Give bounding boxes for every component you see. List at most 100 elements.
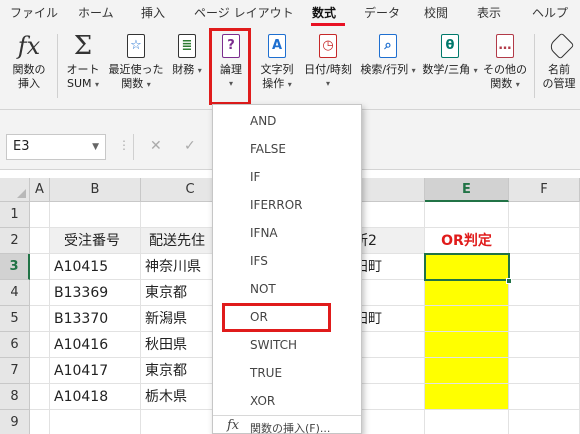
grid-cell[interactable]	[30, 306, 50, 332]
select-all-button[interactable]	[0, 178, 30, 202]
row-header-5[interactable]: 5	[0, 306, 30, 332]
header-cell-or-judgement[interactable]: OR判定	[425, 228, 509, 254]
grid-cell[interactable]	[30, 384, 50, 410]
chevron-down-icon: ▾	[325, 79, 330, 88]
row-header-7[interactable]: 7	[0, 358, 30, 384]
tab-review[interactable]: 校閲	[424, 0, 448, 26]
grid-cell[interactable]	[30, 280, 50, 306]
lookup-label: 検索/行列 ▾	[360, 63, 416, 76]
tab-view[interactable]: 表示	[477, 0, 501, 26]
tab-insert[interactable]: 挿入	[141, 0, 165, 26]
menu-item-ifna[interactable]: IFNA	[213, 221, 361, 245]
name-manager-button[interactable]: 名前 の管理	[538, 32, 580, 108]
column-header-b[interactable]: B	[50, 178, 141, 202]
grid-cell[interactable]	[425, 202, 509, 228]
menu-item-true[interactable]: TRUE	[213, 361, 361, 385]
lookup-reference-button[interactable]: ⌕ 検索/行列 ▾	[358, 32, 418, 108]
datetime-button[interactable]: ◷ 日付/時刻 ▾	[300, 32, 356, 108]
fx-icon: fx	[227, 418, 240, 433]
grid-cell[interactable]	[509, 228, 580, 254]
column-header-f[interactable]: F	[509, 178, 580, 202]
menu-item-insert-function[interactable]: 関数の挿入(F)...	[250, 420, 330, 434]
or-result-cell[interactable]	[425, 358, 509, 384]
or-result-cell[interactable]	[425, 306, 509, 332]
grid-cell[interactable]	[30, 202, 50, 228]
or-result-cell[interactable]	[425, 280, 509, 306]
menu-item-iferror[interactable]: IFERROR	[213, 193, 361, 217]
order-number-cell[interactable]: A10417	[50, 358, 141, 384]
order-number-cell[interactable]: B13370	[50, 306, 141, 332]
grid-cell[interactable]	[50, 202, 141, 228]
grid-cell[interactable]	[509, 202, 580, 228]
math-trig-button[interactable]: θ 数学/三角 ▾	[420, 32, 480, 108]
enter-icon[interactable]: ✓	[184, 138, 196, 154]
insert-function-button[interactable]: fx 関数の 挿入	[4, 32, 54, 108]
grid-cell[interactable]	[50, 410, 141, 434]
magnifier-book-icon: ⌕	[375, 32, 401, 60]
menu-item-if[interactable]: IF	[213, 165, 361, 189]
or-result-cell[interactable]	[425, 384, 509, 410]
more-functions-button[interactable]: … その他の 関数 ▾	[480, 32, 530, 108]
tab-page-layout[interactable]: ページ レイアウト	[194, 0, 294, 26]
menu-item-ifs[interactable]: IFS	[213, 249, 361, 273]
more-functions-label-2: 関数 ▾	[490, 77, 520, 90]
order-number-cell[interactable]: A10415	[50, 254, 141, 280]
grid-cell[interactable]	[509, 332, 580, 358]
tab-home[interactable]: ホーム	[78, 0, 114, 26]
menu-item-false[interactable]: FALSE	[213, 137, 361, 161]
menu-item-switch[interactable]: SWITCH	[213, 333, 361, 357]
row-header-6[interactable]: 6	[0, 332, 30, 358]
star-book-icon: ☆	[123, 32, 149, 60]
tab-help[interactable]: ヘルプ	[532, 0, 568, 26]
order-number-cell[interactable]: B13369	[50, 280, 141, 306]
logical-highlight-box	[209, 28, 251, 105]
row-header-2[interactable]: 2	[0, 228, 30, 254]
row-header-9[interactable]: 9	[0, 410, 30, 434]
grid-cell[interactable]	[30, 228, 50, 254]
grid-cell[interactable]	[509, 384, 580, 410]
column-header-e[interactable]: E	[425, 178, 509, 202]
formula-bar-divider	[133, 134, 134, 160]
grid-cell[interactable]	[30, 410, 50, 434]
order-number-cell[interactable]: A10416	[50, 332, 141, 358]
name-box[interactable]: E3 ▼	[6, 134, 106, 160]
grid-cell[interactable]	[509, 410, 580, 434]
column-header-a[interactable]: A	[30, 178, 50, 202]
fx-icon: fx	[17, 32, 41, 60]
row-header-4[interactable]: 4	[0, 280, 30, 306]
cancel-icon[interactable]: ✕	[150, 138, 162, 154]
menu-item-xor[interactable]: XOR	[213, 389, 361, 413]
grid-cell[interactable]	[30, 332, 50, 358]
row-header-8[interactable]: 8	[0, 384, 30, 410]
grid-cell[interactable]	[30, 254, 50, 280]
row-header-1[interactable]: 1	[0, 202, 30, 228]
tab-file[interactable]: ファイル	[10, 0, 58, 26]
insert-function-label-1: 関数の	[12, 63, 46, 76]
name-manager-label-2: の管理	[542, 77, 576, 90]
autosum-button[interactable]: Σ オート SUM ▾	[60, 32, 106, 108]
more-functions-label-1: その他の	[483, 63, 527, 76]
recently-used-button[interactable]: ☆ 最近使った 関数 ▾	[106, 32, 166, 108]
financial-button[interactable]: ≣ 財務 ▾	[166, 32, 208, 108]
or-result-cell[interactable]	[425, 332, 509, 358]
autosum-label-2: SUM ▾	[66, 77, 100, 90]
grid-cell[interactable]	[30, 358, 50, 384]
grid-cell[interactable]	[509, 358, 580, 384]
ribbon-divider	[534, 34, 535, 98]
row-header-3[interactable]: 3	[0, 254, 30, 280]
resize-handle-icon[interactable]: ⋮	[118, 138, 130, 152]
tab-data[interactable]: データ	[364, 0, 400, 26]
fill-handle[interactable]	[506, 278, 512, 284]
clock-book-icon: ◷	[315, 32, 341, 60]
grid-cell[interactable]	[509, 306, 580, 332]
logical-functions-menu: AND FALSE IF IFERROR IFNA IFS NOT OR SWI…	[212, 104, 362, 434]
header-cell-order-number[interactable]: 受注番号	[50, 228, 141, 254]
menu-item-and[interactable]: AND	[213, 109, 361, 133]
menu-item-not[interactable]: NOT	[213, 277, 361, 301]
order-number-cell[interactable]: A10418	[50, 384, 141, 410]
text-functions-button[interactable]: A 文字列 操作 ▾	[252, 32, 302, 108]
grid-cell[interactable]	[509, 254, 580, 280]
grid-cell[interactable]	[425, 410, 509, 434]
chevron-down-icon[interactable]: ▼	[92, 135, 99, 159]
grid-cell[interactable]	[509, 280, 580, 306]
